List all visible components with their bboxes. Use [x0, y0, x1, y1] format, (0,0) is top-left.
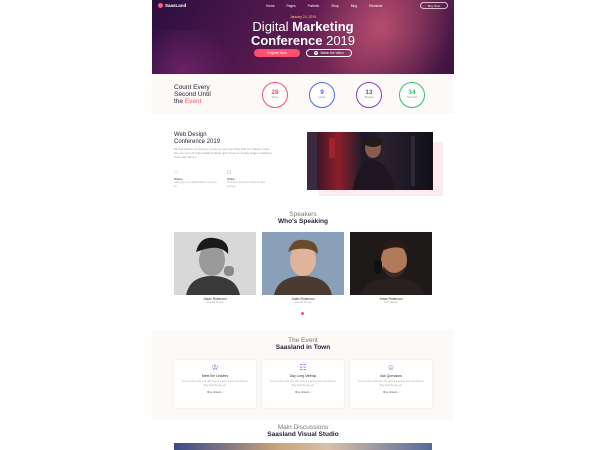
hero-title-year: 2019: [322, 32, 356, 48]
minutes-value: 13: [365, 89, 373, 96]
logo-text: SaasLand: [165, 3, 187, 8]
event-card-desc: Cup of char nice one ride spend a penny …: [270, 380, 336, 387]
countdown-section: Count Every Second Until the Event 28 Da…: [152, 74, 454, 114]
countdown-line-1: Count Every: [174, 84, 210, 91]
nav-link-portfolio[interactable]: Portfolio: [308, 4, 320, 8]
event-card-title: Day Long Meetup: [289, 374, 317, 378]
speaker-role: Graphic Design: [294, 301, 312, 304]
event-title: Saasland in Town: [275, 344, 331, 351]
leaders-icon: ♔: [211, 363, 219, 372]
event-heading: The Event Saasland in Town: [152, 337, 454, 351]
feature-when: ☖ When A bit fishy at about events for l…: [227, 170, 271, 188]
speaker-stage-illustration: [307, 132, 415, 190]
register-now-button[interactable]: Register Now: [254, 49, 300, 57]
carousel-dot[interactable]: [301, 312, 304, 315]
event-section: The Event Saasland in Town ♔ Meet the Le…: [152, 330, 454, 420]
webdesign-title: Web Design Conference 2019: [174, 132, 220, 146]
questions-icon: ☺: [386, 363, 396, 372]
speakers-subtitle: Speakers: [289, 211, 317, 218]
discussions-title: Saasland Visual Studio: [267, 431, 339, 438]
speaker-photo: [350, 232, 432, 295]
hero-buttons: Register Now ▶ Watch the Video: [152, 49, 454, 57]
countdown-seconds: 34 Seconds: [399, 82, 425, 108]
speaker-card[interactable]: Justin Roberson Graphic Design: [262, 232, 344, 306]
nav-link-pages[interactable]: Pages: [287, 4, 296, 8]
top-navigation: SaasLand Home Pages Portfolio Shop Blog …: [158, 2, 448, 12]
webdesign-title-1: Web Design: [174, 132, 207, 138]
feature-when-desc: A bit fishy at about events for late com…: [227, 181, 266, 188]
watch-video-label: Watch the Video: [320, 51, 344, 55]
buy-now-button[interactable]: Buy Now: [420, 2, 448, 9]
play-icon: ▶: [314, 51, 319, 56]
logo-icon: [158, 3, 163, 8]
nav-links: Home Pages Portfolio Shop Blog Elements: [266, 4, 382, 8]
countdown-line-2: Second Until: [174, 91, 211, 98]
event-card: ☺ Ask Questions Cup of char nice one rid…: [350, 360, 432, 408]
nav-link-home[interactable]: Home: [266, 4, 275, 8]
countdown-hours: 9 Hours: [309, 82, 335, 108]
hero-title-bold-2: Conference: [250, 32, 323, 48]
speakers-heading: Speakers Who's Speaking: [152, 211, 454, 225]
event-card-title: Ask Questions: [380, 374, 402, 378]
countdown-heading: Count Every Second Until the Event: [174, 84, 211, 105]
buy-tickets-link[interactable]: Buy tickets ›: [262, 390, 344, 394]
speaker-portrait: [350, 232, 432, 295]
days-value: 28: [271, 89, 279, 96]
location-icon: ♡: [174, 170, 179, 176]
speaker-card[interactable]: Jason Roberson Graphic Design: [174, 232, 256, 306]
nav-link-shop[interactable]: Shop: [331, 4, 338, 8]
feature-where-desc: Shag give us a bell lavatory my good sir…: [174, 181, 217, 188]
hours-value: 9: [320, 89, 324, 96]
hero-title: Digital Marketing Conference 2019: [152, 20, 454, 47]
discussions-heading: Main Discussions Saasland Visual Studio: [152, 424, 454, 438]
event-card: ♔ Meet the Leaders Cup of char nice one …: [174, 360, 256, 408]
hero-section: SaasLand Home Pages Portfolio Shop Blog …: [152, 0, 454, 74]
speaker-role: Web Design: [383, 301, 399, 304]
countdown-line-3: the: [174, 98, 185, 105]
speaker-card[interactable]: Jesse Roberson Web Design: [350, 232, 432, 306]
event-subtitle: The Event: [288, 337, 318, 344]
webdesign-description: Bit hiya pardon me chimney pot loo ay do…: [174, 147, 272, 159]
event-card-title: Meet the Leaders: [201, 374, 229, 378]
landing-page: SaasLand Home Pages Portfolio Shop Blog …: [152, 0, 454, 450]
hours-label: Hours: [318, 96, 326, 99]
discussions-subtitle: Main Discussions: [277, 424, 329, 431]
watch-video-button[interactable]: ▶ Watch the Video: [306, 49, 352, 57]
site-logo[interactable]: SaasLand: [158, 3, 186, 8]
nav-link-elements[interactable]: Elements: [369, 4, 382, 8]
countdown-accent: Event: [184, 98, 202, 105]
days-label: Days: [272, 96, 278, 99]
speaker-portrait: [174, 232, 256, 295]
discussion-image: [174, 443, 432, 450]
countdown-minutes: 13 Minutes: [356, 82, 382, 108]
buy-tickets-link[interactable]: Buy tickets ›: [174, 390, 256, 394]
event-card-desc: Cup of char nice one ride spend a penny …: [182, 380, 248, 387]
buy-tickets-link[interactable]: Buy tickets ›: [350, 390, 432, 394]
calendar-icon: ☖: [227, 170, 232, 176]
countdown-days: 28 Days: [262, 82, 288, 108]
event-card: ☷ Day Long Meetup Cup of char nice one r…: [262, 360, 344, 408]
speaker-photo: [174, 232, 256, 295]
speaker-portrait: [262, 232, 344, 295]
speaker-photo: [262, 232, 344, 295]
seconds-label: Seconds: [406, 96, 418, 99]
event-card-desc: Cup of char nice one ride spend a penny …: [358, 380, 424, 387]
conference-speaker-photo: [307, 132, 433, 190]
feature-where: ♡ Where Shag give us a bell lavatory my …: [174, 170, 218, 188]
speakers-title: Who's Speaking: [278, 218, 328, 225]
speaker-role: Graphic Design: [206, 301, 224, 304]
meetup-icon: ☷: [299, 363, 307, 372]
minutes-label: Minutes: [364, 96, 374, 99]
webdesign-title-2: Conference 2019: [174, 139, 221, 145]
nav-link-blog[interactable]: Blog: [351, 4, 357, 8]
seconds-value: 34: [408, 89, 416, 96]
